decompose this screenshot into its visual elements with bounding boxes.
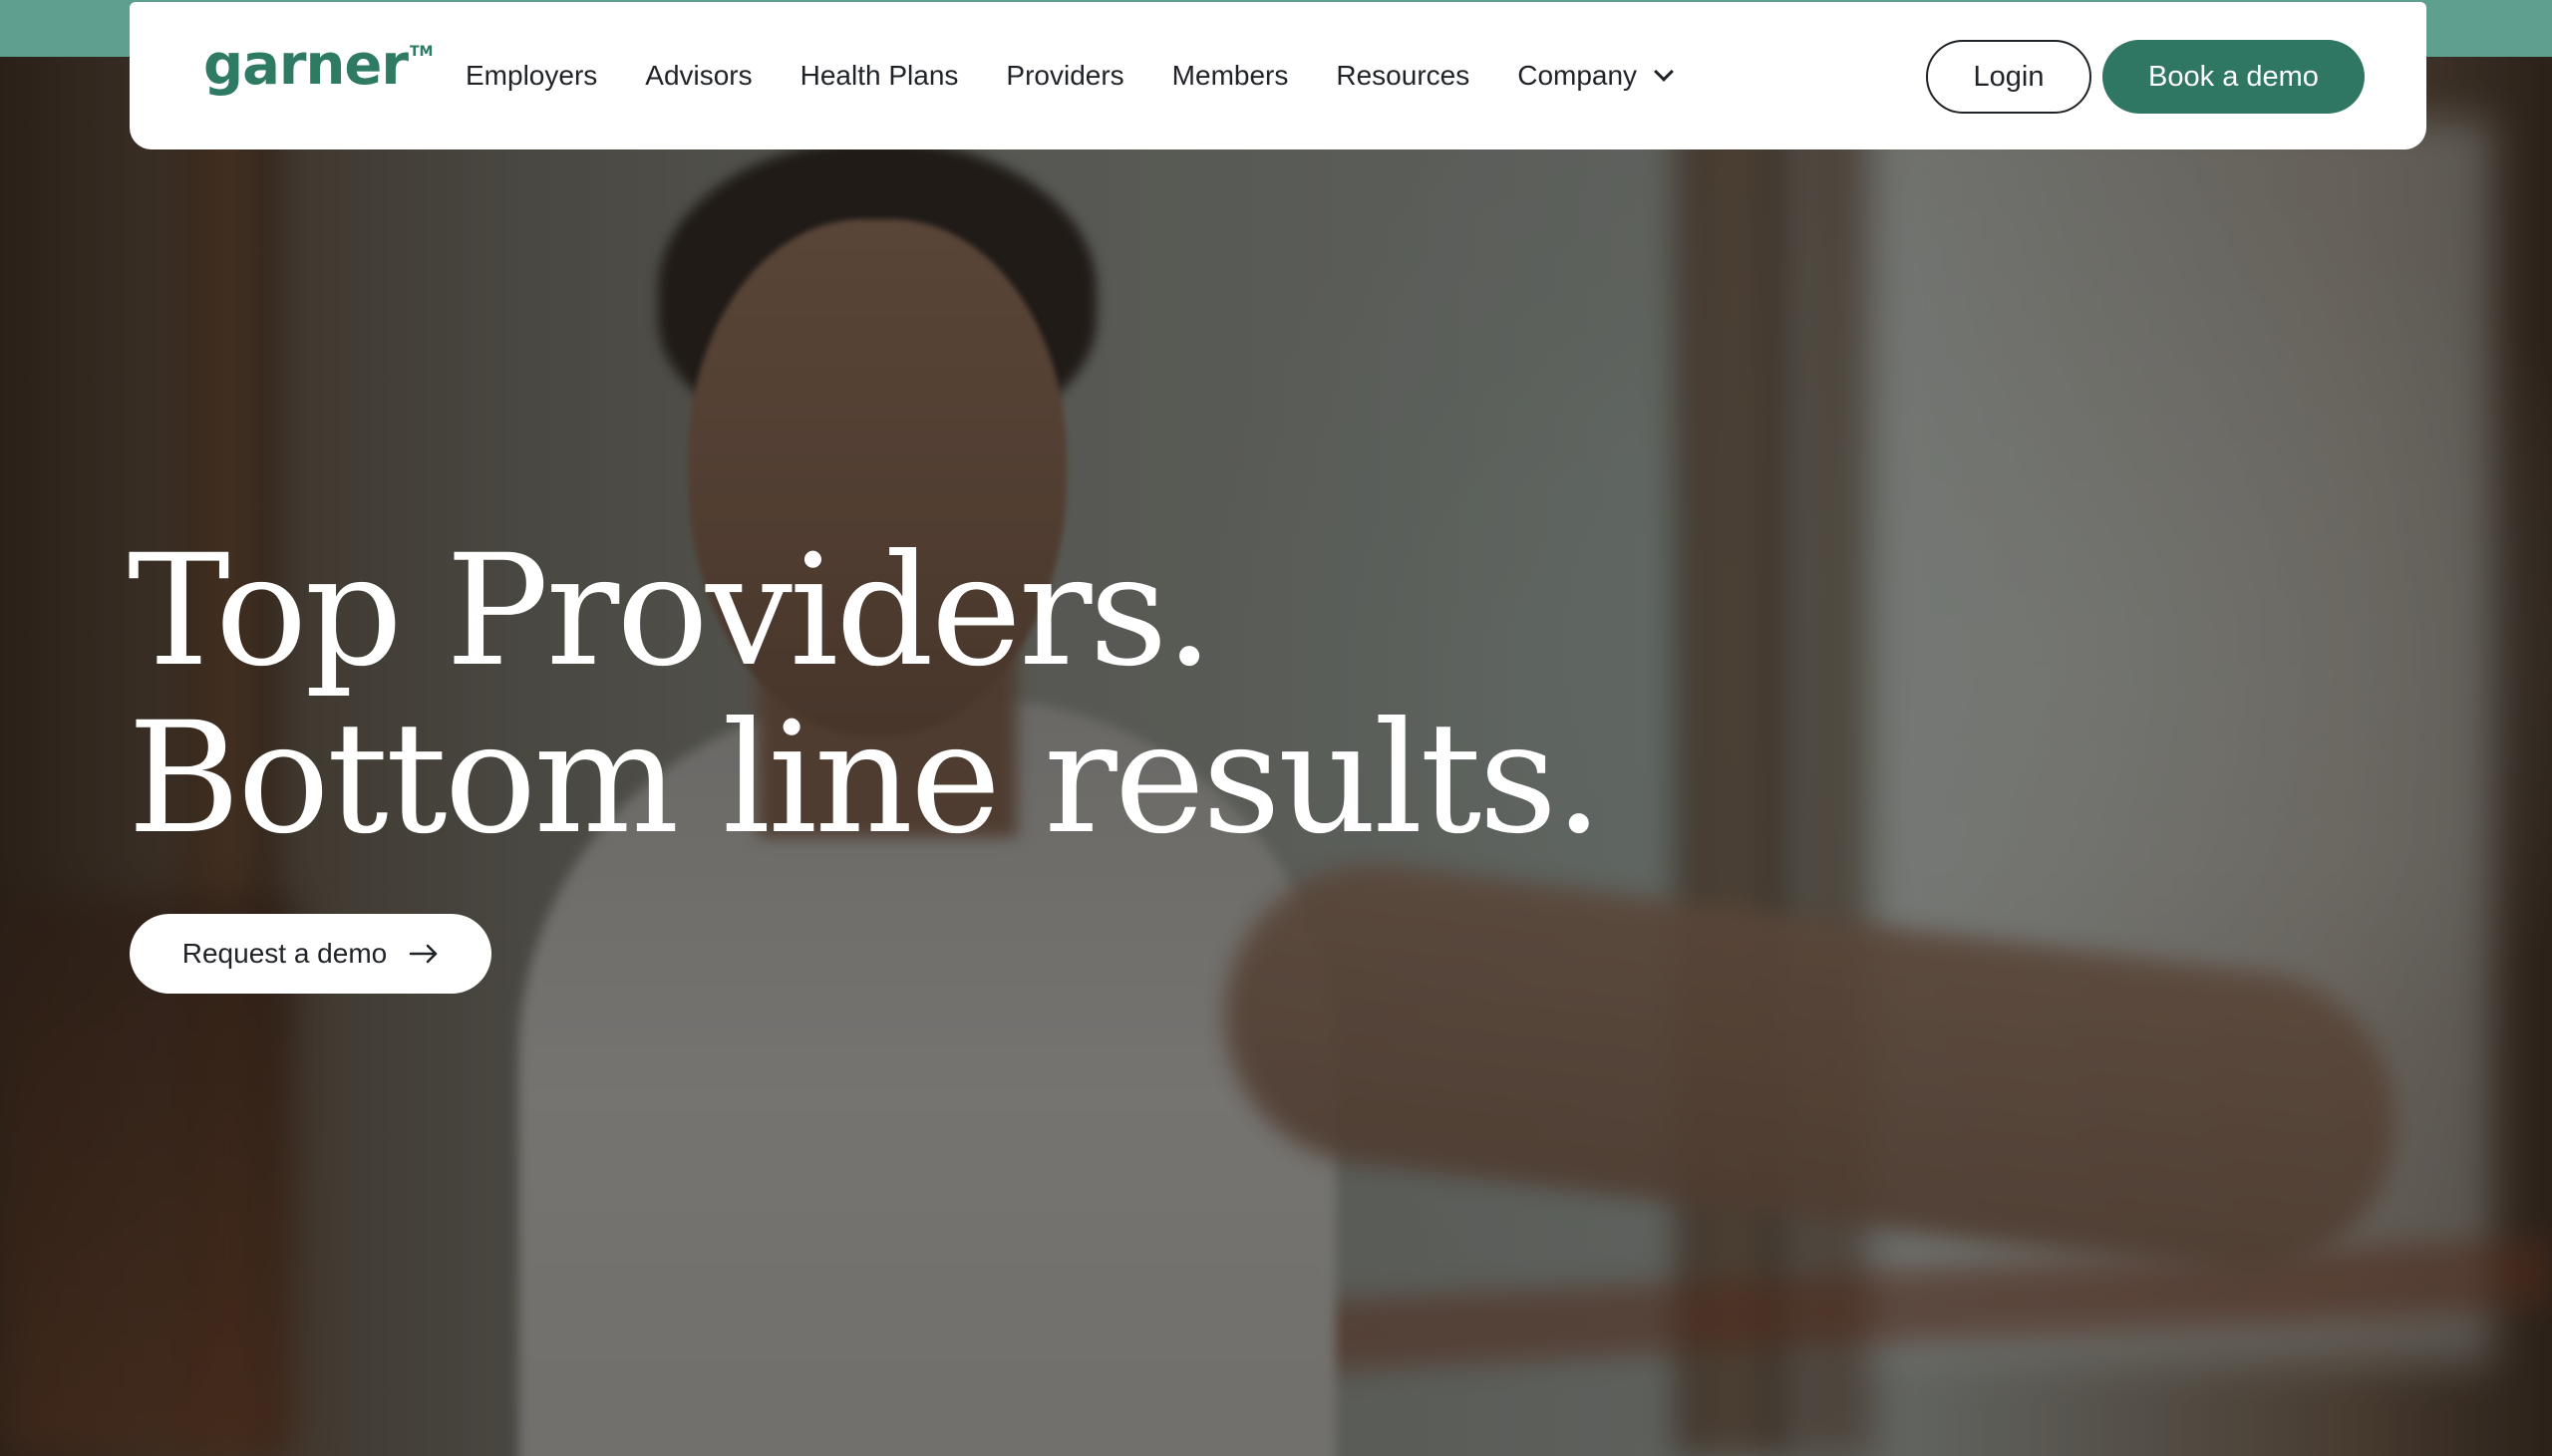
nav-link-company[interactable]: Company xyxy=(1517,60,1674,92)
book-demo-button[interactable]: Book a demo xyxy=(2102,40,2365,114)
nav-link-resources[interactable]: Resources xyxy=(1336,60,1469,92)
nav-link-members[interactable]: Members xyxy=(1172,60,1289,92)
nav-link-health-plans[interactable]: Health Plans xyxy=(800,60,959,92)
login-button[interactable]: Login xyxy=(1926,40,2091,114)
nav-links: Employers Advisors Health Plans Provider… xyxy=(466,2,1719,149)
garner-logo[interactable]: garner TM xyxy=(203,38,433,94)
logo-trademark: TM xyxy=(409,44,434,60)
nav-link-advisors[interactable]: Advisors xyxy=(645,60,752,92)
request-demo-button[interactable]: Request a demo xyxy=(130,914,491,994)
hero-headline: Top Providers. Bottom line results. xyxy=(128,522,1603,868)
nav-link-company-label: Company xyxy=(1517,60,1638,91)
main-navbar: garner TM Employers Advisors Health Plan… xyxy=(130,2,2426,149)
logo-text: garner xyxy=(203,33,409,98)
nav-link-providers[interactable]: Providers xyxy=(1006,60,1123,92)
headline-line-1: Top Providers. xyxy=(128,522,1214,701)
chevron-down-icon xyxy=(1654,62,1674,82)
nav-link-employers[interactable]: Employers xyxy=(466,60,597,92)
request-demo-label: Request a demo xyxy=(181,938,388,969)
headline-line-2: Bottom line results. xyxy=(128,690,1603,868)
arrow-right-icon xyxy=(409,944,438,964)
